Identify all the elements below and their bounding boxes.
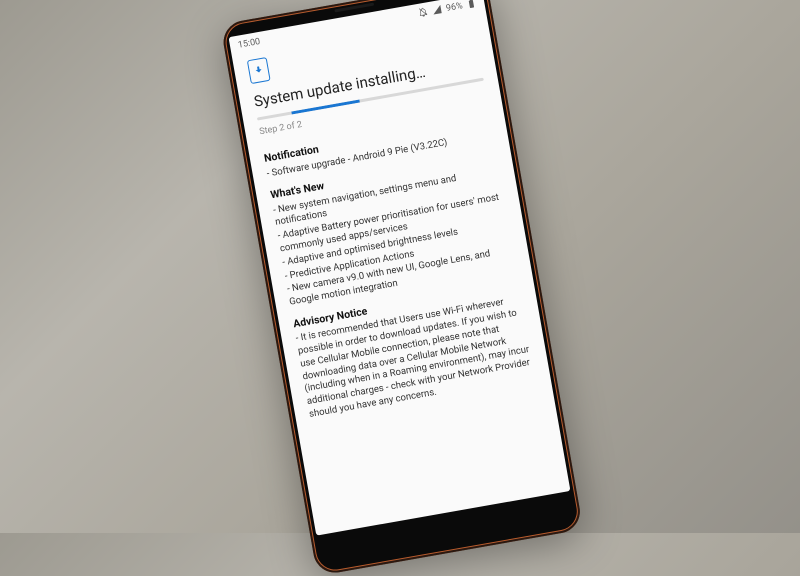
update-content: System update installing… Step 2 of 2 No… (232, 12, 570, 535)
system-update-icon (247, 56, 271, 83)
earpiece (334, 2, 374, 12)
screen: 15:00 96% Syste (229, 0, 571, 535)
signal-icon (431, 3, 443, 18)
battery-icon (465, 0, 477, 11)
status-time: 15:00 (237, 36, 261, 50)
phone-frame: NOKIA 15:00 96% (220, 0, 583, 576)
battery-pct: 96% (445, 1, 463, 14)
dnd-icon (417, 5, 429, 20)
